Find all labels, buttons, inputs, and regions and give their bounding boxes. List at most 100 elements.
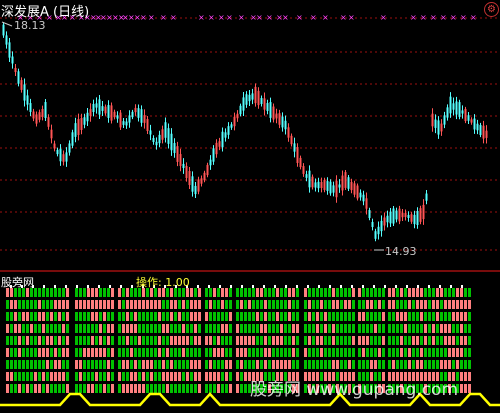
indicator-cell bbox=[332, 360, 335, 369]
indicator-cell bbox=[444, 312, 447, 321]
indicator-cell bbox=[225, 288, 228, 297]
indicator-cell bbox=[209, 324, 212, 333]
indicator-cell bbox=[79, 384, 82, 393]
indicator-cell bbox=[158, 300, 161, 309]
indicator-cell bbox=[130, 288, 133, 297]
indicator-cell bbox=[378, 324, 381, 333]
candle-body bbox=[98, 99, 101, 115]
indicator-cell bbox=[42, 324, 45, 333]
indicator-cell bbox=[388, 336, 391, 345]
indicator-cell bbox=[444, 300, 447, 309]
indicator-cell bbox=[166, 372, 169, 381]
indicator-cell bbox=[154, 324, 157, 333]
indicator-cell bbox=[362, 348, 365, 357]
indicator-cell bbox=[260, 312, 263, 321]
indicator-cell bbox=[420, 324, 423, 333]
indicator-cell bbox=[332, 348, 335, 357]
candle-body bbox=[65, 152, 68, 162]
indicator-cell bbox=[217, 336, 220, 345]
indicator-cell bbox=[460, 348, 463, 357]
indicator-cell bbox=[464, 300, 467, 309]
indicator-cell bbox=[162, 384, 165, 393]
indicator-cell bbox=[428, 360, 431, 369]
indicator-cell bbox=[79, 312, 82, 321]
indicator-cell bbox=[205, 384, 208, 393]
indicator-cell bbox=[217, 300, 220, 309]
indicator-cell bbox=[138, 360, 141, 369]
indicator-cell bbox=[280, 300, 283, 309]
indicator-cell bbox=[284, 288, 287, 297]
candle-body bbox=[212, 148, 215, 162]
gear-icon[interactable]: ⚙ bbox=[484, 2, 499, 17]
indicator-cell bbox=[186, 324, 189, 333]
indicator-cell bbox=[348, 360, 351, 369]
indicator-cell bbox=[221, 372, 224, 381]
indicator-cell bbox=[162, 372, 165, 381]
candle-body bbox=[71, 132, 74, 146]
indicator-cell bbox=[66, 324, 69, 333]
indicator-cell bbox=[38, 348, 41, 357]
indicator-cell bbox=[370, 348, 373, 357]
indicator-cell bbox=[158, 312, 161, 321]
indicator-cell bbox=[308, 300, 311, 309]
indicator-cell bbox=[400, 288, 403, 297]
indicator-tick bbox=[329, 285, 331, 288]
indicator-cell bbox=[6, 348, 9, 357]
indicator-cell bbox=[150, 384, 153, 393]
indicator-cell bbox=[75, 300, 78, 309]
candle-body bbox=[224, 132, 227, 138]
indicator-cell bbox=[46, 384, 49, 393]
indicator-cell bbox=[324, 360, 327, 369]
indicator-cell bbox=[420, 288, 423, 297]
indicator-cell bbox=[396, 324, 399, 333]
indicator-cell bbox=[50, 336, 53, 345]
signal-marker: × bbox=[340, 13, 347, 22]
indicator-cell bbox=[107, 372, 110, 381]
indicator-cell bbox=[134, 336, 137, 345]
indicator-cell bbox=[22, 384, 25, 393]
indicator-cell bbox=[6, 336, 9, 345]
signal-marker: × bbox=[460, 13, 467, 22]
candle-body bbox=[431, 113, 434, 127]
signal-marker: × bbox=[410, 13, 417, 22]
indicator-cell bbox=[26, 324, 29, 333]
indicator-cell bbox=[456, 312, 459, 321]
indicator-cell bbox=[26, 372, 29, 381]
indicator-cell bbox=[14, 384, 17, 393]
indicator-cell bbox=[186, 372, 189, 381]
indicator-cell bbox=[46, 300, 49, 309]
candle-body bbox=[353, 183, 356, 195]
indicator-cell bbox=[240, 288, 243, 297]
indicator-tick bbox=[241, 285, 243, 288]
candle-body bbox=[416, 210, 419, 226]
indicator-cell bbox=[396, 300, 399, 309]
candle-body bbox=[236, 113, 239, 119]
indicator-cell bbox=[468, 360, 471, 369]
indicator-cell bbox=[182, 336, 185, 345]
candle-body bbox=[449, 96, 452, 114]
indicator-cell bbox=[336, 324, 339, 333]
candle-body bbox=[413, 214, 416, 225]
indicator-cell bbox=[352, 348, 355, 357]
indicator-cell bbox=[38, 360, 41, 369]
indicator-cell bbox=[468, 288, 471, 297]
indicator-cell bbox=[170, 300, 173, 309]
indicator-cell bbox=[26, 348, 29, 357]
indicator-cell bbox=[178, 300, 181, 309]
indicator-cell bbox=[170, 312, 173, 321]
main-price-chart[interactable]: × × × × × × × × × ××× × × ×× × × × × × × × × × × × × × × × × × × × × × × × ×… bbox=[0, 0, 500, 272]
candle-body bbox=[245, 94, 248, 105]
indicator-cell bbox=[280, 324, 283, 333]
indicator-cell bbox=[38, 288, 41, 297]
indicator-cell bbox=[374, 312, 377, 321]
indicator-cell bbox=[58, 348, 61, 357]
indicator-cell bbox=[348, 300, 351, 309]
indicator-cell bbox=[209, 372, 212, 381]
indicator-cell bbox=[54, 384, 57, 393]
indicator-cell bbox=[374, 336, 377, 345]
indicator-cell bbox=[244, 300, 247, 309]
indicator-cell bbox=[464, 360, 467, 369]
indicator-cell bbox=[374, 360, 377, 369]
indicator-cell bbox=[26, 384, 29, 393]
indicator-cell bbox=[440, 324, 443, 333]
